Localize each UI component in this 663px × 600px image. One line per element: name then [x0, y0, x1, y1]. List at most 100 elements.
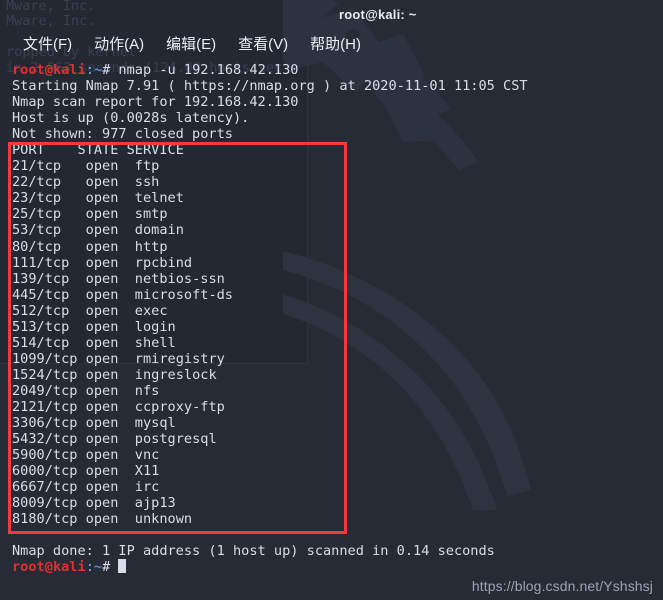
port-row: 5432/tcp open postgresql — [12, 431, 663, 447]
port-row: 512/tcp open exec — [12, 303, 663, 319]
port-cell: 3306/tcp — [12, 415, 86, 432]
menu-view[interactable]: 查看(V) — [227, 31, 299, 56]
command-line: root@kali:~# nmap -u 192.168.42.130 — [12, 62, 663, 78]
service-cell: http — [134, 238, 168, 255]
background-terminal-line: Mware, Inc. — [6, 0, 96, 14]
state-cell: open — [85, 302, 135, 319]
state-cell: open — [85, 350, 135, 367]
port-row: 3306/tcp open mysql — [12, 415, 663, 431]
prompt-path: ~ — [93, 62, 103, 78]
prompt-colon: : — [85, 62, 94, 78]
port-cell: 5432/tcp — [12, 431, 86, 448]
prompt-at: @ — [44, 62, 53, 78]
typed-command: nmap -u 192.168.42.130 — [110, 62, 299, 78]
final-prompt-line: root@kali:~# — [12, 559, 663, 575]
background-terminal-line: Mware, Inc. — [6, 13, 96, 29]
state-cell: open — [85, 511, 135, 528]
nmap-done-line: Nmap done: 1 IP address (1 host up) scan… — [12, 543, 495, 560]
port-cell: 5900/tcp — [12, 447, 86, 464]
prompt-host: kali — [52, 559, 86, 576]
port-row: 513/tcp open login — [12, 319, 663, 335]
port-row: 53/tcp open domain — [12, 222, 663, 238]
port-cell: 1099/tcp — [12, 350, 86, 367]
port-cell: 6667/tcp — [12, 479, 86, 496]
menu-help[interactable]: 帮助(H) — [299, 31, 372, 56]
pad — [118, 142, 126, 158]
port-row: 139/tcp open netbios-ssn — [12, 271, 663, 287]
prompt-user: root — [12, 559, 45, 576]
state-cell: open — [85, 398, 135, 415]
port-row: 514/tcp open shell — [12, 335, 663, 351]
csdn-watermark: https://blog.csdn.net/Yshshsj — [471, 578, 653, 594]
port-row: 6000/tcp open X11 — [12, 463, 663, 479]
prompt-user: root — [12, 62, 45, 78]
port-cell: 8180/tcp — [12, 511, 86, 528]
text-cursor[interactable] — [118, 559, 127, 574]
port-cell: 25/tcp — [12, 206, 86, 223]
pad — [45, 142, 78, 158]
state-cell: open — [85, 254, 135, 271]
port-cell: 514/tcp — [12, 334, 86, 351]
port-cell: 2049/tcp — [12, 382, 86, 399]
menu-actions[interactable]: 动作(A) — [83, 31, 155, 56]
state-cell: open — [85, 366, 135, 383]
window-title: root@kali: ~ — [339, 6, 417, 22]
prompt-colon: : — [85, 559, 94, 576]
terminal-output[interactable]: root@kali:~# nmap -u 192.168.42.130 Star… — [0, 59, 663, 600]
service-cell: X11 — [134, 463, 160, 480]
state-cell: open — [85, 318, 135, 335]
state-cell: open — [85, 174, 135, 191]
prompt-at: @ — [44, 559, 53, 576]
menu-file[interactable]: 文件(F) — [12, 31, 83, 56]
service-cell: telnet — [134, 190, 184, 207]
port-row: 2049/tcp open nfs — [12, 383, 663, 399]
port-row: 1524/tcp open ingreslock — [12, 367, 663, 383]
col-header-service: SERVICE — [126, 142, 184, 159]
port-row: 23/tcp open telnet — [12, 190, 663, 206]
service-cell: vnc — [134, 447, 160, 464]
port-row: 111/tcp open rpcbind — [12, 255, 663, 271]
state-cell: open — [85, 447, 135, 464]
pad — [110, 559, 118, 575]
port-cell: 513/tcp — [12, 318, 86, 335]
service-cell: domain — [134, 222, 184, 239]
menu-bar: 文件(F) 动作(A) 编辑(E) 查看(V) 帮助(H) — [0, 28, 663, 59]
service-cell: unknown — [134, 511, 193, 528]
port-cell: 512/tcp — [12, 302, 86, 319]
port-row: 80/tcp open http — [12, 239, 663, 255]
service-cell: shell — [134, 334, 176, 351]
state-cell: open — [85, 158, 135, 175]
not-shown-line: Not shown: 977 closed ports — [12, 126, 233, 143]
port-row: 25/tcp open smtp — [12, 206, 663, 222]
port-cell: 53/tcp — [12, 222, 86, 239]
service-cell: ccproxy-ftp — [134, 398, 225, 415]
window-titlebar[interactable]: root@kali: ~ — [308, 0, 663, 28]
state-cell: open — [85, 334, 135, 351]
port-row: 22/tcp open ssh — [12, 174, 663, 190]
state-cell: open — [85, 286, 135, 303]
port-cell: 23/tcp — [12, 190, 86, 207]
menu-edit[interactable]: 编辑(E) — [155, 31, 227, 56]
service-cell: smtp — [134, 206, 168, 223]
prompt-path: ~ — [93, 559, 103, 576]
port-row: 6667/tcp open irc — [12, 479, 663, 495]
nmap-report-line: Nmap scan report for 192.168.42.130 — [12, 94, 299, 111]
service-cell: irc — [134, 479, 160, 496]
state-cell: open — [85, 479, 135, 496]
state-cell: open — [85, 415, 135, 432]
prompt-host: kali — [52, 62, 86, 78]
port-table-header: PORT STATE SERVICE — [12, 142, 663, 158]
service-cell: ajp13 — [134, 495, 176, 512]
port-cell: 80/tcp — [12, 238, 86, 255]
service-cell: microsoft-ds — [134, 286, 233, 303]
host-status-line: Host is up (0.0028s latency). — [12, 110, 250, 127]
port-cell: 2121/tcp — [12, 398, 86, 415]
service-cell: exec — [134, 302, 168, 319]
port-cell: 6000/tcp — [12, 463, 86, 480]
port-row: 5900/tcp open vnc — [12, 447, 663, 463]
state-cell: open — [85, 238, 135, 255]
state-cell: open — [85, 222, 135, 239]
service-cell: ingreslock — [134, 366, 217, 383]
port-cell: 21/tcp — [12, 158, 86, 175]
